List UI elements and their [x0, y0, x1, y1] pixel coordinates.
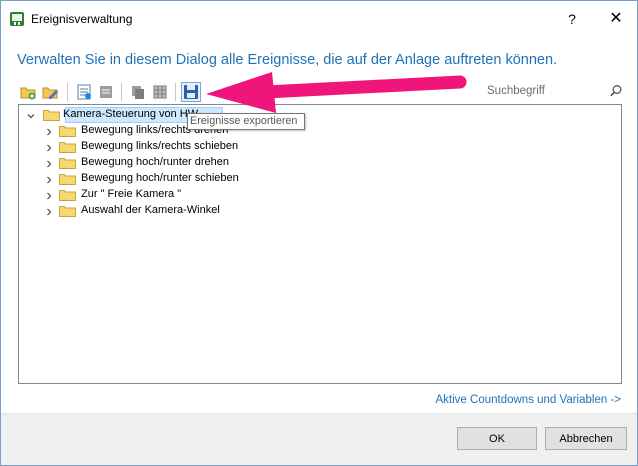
dialog-headline: Verwalten Sie in diesem Dialog alle Erei…	[17, 52, 558, 68]
folder-icon	[59, 188, 76, 201]
cancel-button[interactable]: Abbrechen	[545, 427, 627, 450]
search-field[interactable]: Suchbegriff	[485, 81, 625, 103]
toolbar-separator	[175, 83, 176, 101]
tree-node[interactable]: Bewegung hoch/runter drehen	[43, 155, 343, 171]
notes-icon[interactable]	[97, 83, 115, 101]
toolbar-separator	[67, 83, 68, 101]
ok-button[interactable]: OK	[457, 427, 537, 450]
table-icon[interactable]	[151, 83, 169, 101]
event-tree[interactable]: Kamera-Steuerung von HW Bewegung links/r…	[18, 104, 622, 384]
folder-icon	[59, 172, 76, 185]
new-folder-icon[interactable]	[19, 83, 37, 101]
tree-node[interactable]: Zur " Freie Kamera "	[43, 187, 343, 203]
chevron-right-icon[interactable]	[45, 207, 53, 216]
folder-icon	[59, 124, 76, 137]
folder-icon	[59, 140, 76, 153]
tree-node[interactable]: Bewegung hoch/runter schieben	[43, 171, 343, 187]
help-button[interactable]: ?	[557, 7, 587, 31]
folder-icon	[59, 156, 76, 169]
close-button[interactable]: ✕	[601, 7, 631, 31]
copy-icon[interactable]	[129, 83, 147, 101]
tree-node[interactable]: Bewegung links/rechts schieben	[43, 139, 343, 155]
app-icon	[9, 11, 25, 27]
chevron-right-icon[interactable]	[45, 175, 53, 184]
chevron-right-icon[interactable]	[45, 127, 53, 136]
tree-node-label: Bewegung links/rechts schieben	[81, 140, 239, 152]
toolbar	[17, 81, 457, 103]
tree-node-label: Bewegung hoch/runter schieben	[81, 172, 239, 184]
countdowns-variables-link[interactable]: Aktive Countdowns und Variablen ->	[436, 394, 622, 406]
chevron-down-icon[interactable]	[27, 111, 35, 119]
export-tooltip: Ereignisse exportieren	[187, 113, 305, 130]
window-title: Ereignisverwaltung	[31, 12, 133, 26]
edit-icon[interactable]	[41, 83, 59, 101]
chevron-right-icon[interactable]	[45, 191, 53, 200]
folder-icon	[59, 204, 76, 217]
dialog-footer: OK Abbrechen	[1, 413, 637, 465]
tree-node-label: Bewegung hoch/runter drehen	[81, 156, 229, 168]
toolbar-separator	[121, 83, 122, 101]
search-placeholder: Suchbegriff	[487, 85, 545, 97]
tree-node[interactable]: Auswahl der Kamera-Winkel	[43, 203, 343, 219]
title-bar: Ereignisverwaltung ? ✕	[1, 1, 637, 37]
search-icon[interactable]	[609, 84, 623, 98]
dialog-window: Ereignisverwaltung ? ✕ Verwalten Sie in …	[0, 0, 638, 466]
tree-node-label: Zur " Freie Kamera "	[81, 188, 182, 200]
properties-icon[interactable]	[75, 83, 93, 101]
chevron-right-icon[interactable]	[45, 159, 53, 168]
save-icon[interactable]	[181, 82, 201, 102]
folder-icon	[43, 108, 60, 121]
tree-node-label: Auswahl der Kamera-Winkel	[81, 204, 220, 216]
chevron-right-icon[interactable]	[45, 143, 53, 152]
